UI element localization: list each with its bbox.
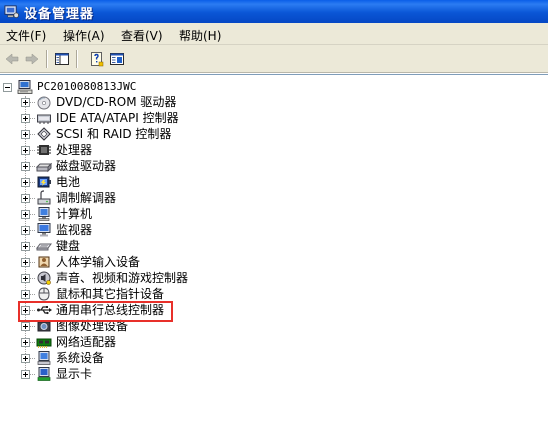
mouse-icon — [38, 287, 50, 301]
expand-toggle[interactable] — [21, 130, 30, 139]
toolbar-separator — [76, 50, 78, 68]
system-device-icon — [37, 351, 51, 365]
ide-controller-icon — [37, 114, 51, 124]
forward-button[interactable] — [23, 50, 41, 68]
menu-view[interactable]: 查看(V) — [121, 27, 163, 44]
show-hide-tree-icon — [55, 53, 69, 65]
monitor-icon — [37, 223, 51, 237]
back-arrow-icon — [5, 53, 19, 65]
expand-toggle[interactable] — [21, 146, 30, 155]
console-view-button[interactable] — [108, 50, 126, 68]
expand-toggle[interactable] — [21, 290, 30, 299]
highlight-box — [18, 301, 173, 322]
device-category-label[interactable]: 鼠标和其它指针设备 — [56, 286, 164, 302]
expand-toggle[interactable] — [21, 178, 30, 187]
expand-toggle[interactable] — [21, 306, 30, 315]
toolbar-separator — [46, 50, 48, 68]
expand-toggle[interactable] — [21, 258, 30, 267]
toolbar — [0, 45, 548, 73]
computer-node-icon — [38, 207, 50, 221]
expand-toggle[interactable] — [21, 242, 30, 251]
computer-icon — [17, 80, 33, 94]
expand-toggle[interactable] — [21, 194, 30, 203]
processor-icon — [37, 145, 51, 155]
device-category-label[interactable]: 显示卡 — [56, 366, 92, 382]
device-manager-icon — [4, 5, 19, 18]
expand-toggle[interactable] — [21, 210, 30, 219]
console-view-icon — [110, 53, 124, 65]
expand-toggle[interactable] — [21, 274, 30, 283]
device-category-label[interactable]: 磁盘驱动器 — [56, 158, 116, 174]
menu-bar: 文件(F) 操作(A) 查看(V) 帮助(H) — [0, 23, 548, 45]
scsi-raid-icon — [37, 127, 51, 141]
device-category-label[interactable]: 监视器 — [56, 222, 92, 238]
menu-file[interactable]: 文件(F) — [6, 27, 46, 44]
modem-icon — [37, 190, 51, 205]
sound-video-icon — [37, 271, 51, 285]
device-category-label[interactable]: DVD/CD-ROM 驱动器 — [56, 94, 176, 110]
device-category-label[interactable]: 处理器 — [56, 142, 92, 158]
cdrom-icon — [37, 96, 51, 110]
back-button[interactable] — [3, 50, 21, 68]
show-hide-tree-button[interactable] — [53, 50, 71, 68]
keyboard-icon — [36, 243, 52, 251]
expand-toggle[interactable] — [21, 226, 30, 235]
properties-help-button[interactable] — [88, 50, 106, 68]
disk-drive-icon — [36, 162, 52, 173]
expand-toggle[interactable] — [21, 338, 30, 347]
menu-help[interactable]: 帮助(H) — [179, 27, 221, 44]
device-category-label[interactable]: 电池 — [56, 174, 80, 190]
battery-icon — [37, 176, 51, 188]
expand-toggle[interactable] — [21, 370, 30, 379]
hid-icon — [38, 256, 50, 268]
display-adapter-icon — [37, 367, 51, 381]
device-category-label[interactable]: 计算机 — [56, 206, 92, 222]
device-category-label[interactable]: 键盘 — [56, 238, 80, 254]
menu-action[interactable]: 操作(A) — [63, 27, 105, 44]
device-category-label[interactable]: 人体学输入设备 — [56, 254, 140, 270]
root-node-label[interactable]: PC2010080813JWC — [37, 79, 136, 95]
device-category-label[interactable]: 调制解调器 — [56, 190, 116, 206]
device-category-label[interactable]: 网络适配器 — [56, 334, 116, 350]
network-adapter-icon — [36, 338, 52, 348]
properties-help-icon — [91, 52, 104, 67]
device-category-label[interactable]: IDE ATA/ATAPI 控制器 — [56, 110, 179, 126]
title-bar: 设备管理器 — [0, 0, 548, 23]
expand-toggle[interactable] — [21, 98, 30, 107]
device-category-label[interactable]: 系统设备 — [56, 350, 104, 366]
forward-arrow-icon — [25, 53, 39, 65]
window-title: 设备管理器 — [24, 7, 95, 22]
expand-toggle[interactable] — [21, 162, 30, 171]
expand-toggle[interactable] — [21, 354, 30, 363]
expand-toggle[interactable] — [21, 322, 30, 331]
expand-toggle[interactable] — [21, 114, 30, 123]
device-category-label[interactable]: SCSI 和 RAID 控制器 — [56, 126, 171, 142]
root-collapse-toggle[interactable] — [3, 83, 12, 92]
device-category-label[interactable]: 声音、视频和游戏控制器 — [56, 270, 188, 286]
